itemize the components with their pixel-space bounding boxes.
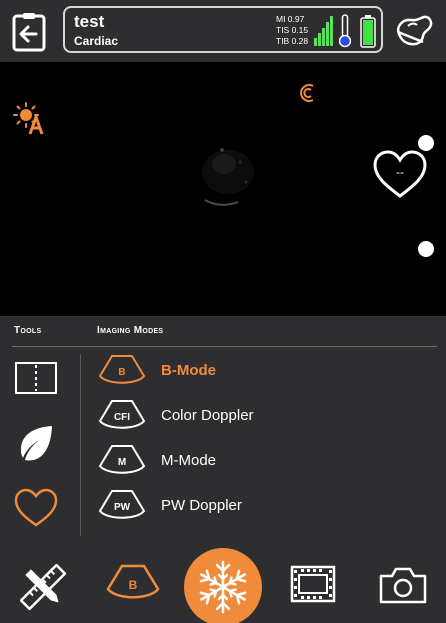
depth-handle-bottom[interactable] <box>418 241 434 257</box>
imaging-mode-button[interactable]: B <box>104 563 162 603</box>
capture-image-button[interactable] <box>378 565 428 605</box>
auto-gain-icon[interactable] <box>13 102 47 136</box>
mi-value: MI 0.97 <box>276 14 305 24</box>
mode-color-doppler[interactable]: CFI Color Doppler <box>96 397 396 435</box>
mode-b-mode[interactable]: B B-Mode <box>96 352 396 390</box>
film-strip-icon <box>290 565 336 603</box>
top-bar: test Cardiac MI 0.97 TIS 0.15 TIB 0.28 <box>0 0 446 62</box>
snowflake-icon <box>197 560 249 614</box>
leaf-icon <box>20 426 52 461</box>
ultrasound-image-area[interactable]: -- <box>0 62 446 316</box>
orientation-marker-icon <box>297 82 319 104</box>
tool-leaf-button[interactable] <box>12 421 60 465</box>
mode-label: B-Mode <box>161 362 216 379</box>
tis-value: TIS 0.15 <box>276 25 309 35</box>
caliper-frame-icon <box>15 362 57 394</box>
camera-icon <box>379 567 427 604</box>
bottom-toolbar: B <box>0 541 446 623</box>
imaging-modes-heading: Imaging Modes <box>97 325 164 336</box>
thermometer-icon <box>339 14 351 48</box>
mode-pw-doppler[interactable]: PW PW Doppler <box>96 487 396 525</box>
mode-label: Color Doppler <box>161 407 254 424</box>
mode-label: PW Doppler <box>161 497 242 514</box>
heart-icon <box>14 488 58 527</box>
heading-divider <box>12 346 437 347</box>
mode-label: M-Mode <box>161 452 217 469</box>
record-clip-button[interactable] <box>290 565 336 603</box>
heart-rate-value: -- <box>396 165 404 179</box>
b-mode-icon-label: B <box>118 366 126 378</box>
tool-caliper-button[interactable] <box>12 356 60 400</box>
heart-rate-button[interactable]: -- <box>372 150 428 200</box>
tib-value: TIB 0.28 <box>276 36 309 46</box>
tools-heading: Tools <box>14 325 42 336</box>
pw-doppler-icon-label: PW <box>113 501 131 513</box>
battery-icon <box>360 15 376 48</box>
back-button[interactable] <box>12 12 46 52</box>
tools-divider <box>80 354 81 536</box>
exam-info-panel[interactable]: test Cardiac MI 0.97 TIS 0.15 TIB 0.28 <box>63 6 383 53</box>
patient-name: test <box>74 12 105 31</box>
mode-m-mode[interactable]: M M-Mode <box>96 442 396 480</box>
ultrasound-echo-image <box>150 112 310 222</box>
back-arrow-clipboard-icon <box>12 13 46 52</box>
freeze-button[interactable] <box>184 548 262 623</box>
probe-icon <box>397 15 433 46</box>
depth-handle-top[interactable] <box>418 135 434 151</box>
exam-preset: Cardiac <box>74 34 119 48</box>
probe-select-button[interactable] <box>393 14 435 48</box>
signal-strength-icon <box>314 16 334 46</box>
b-mode-icon-label: B <box>128 578 138 592</box>
m-mode-icon-label: M <box>117 456 127 468</box>
control-panel: Tools Imaging Modes B B-Mode CFI Color D… <box>0 316 446 541</box>
measure-tools-button[interactable] <box>20 564 66 610</box>
ruler-pencil-icon <box>20 564 66 610</box>
color-doppler-icon-label: CFI <box>113 411 131 423</box>
tool-heart-button[interactable] <box>12 486 60 530</box>
